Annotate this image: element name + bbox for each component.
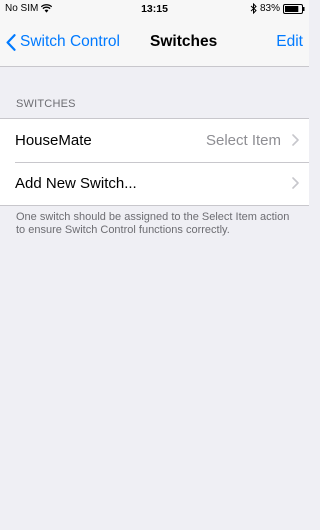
bluetooth-icon (250, 3, 257, 14)
list-item-add-new-switch[interactable]: Add New Switch... (0, 162, 309, 205)
chevron-right-icon (292, 177, 299, 189)
list-item-housemate[interactable]: HouseMate Select Item (0, 119, 309, 162)
edit-button[interactable]: Edit (276, 33, 303, 51)
chevron-left-icon (6, 33, 16, 51)
status-right: 83% (250, 3, 305, 14)
list-item-detail: Select Item (205, 132, 281, 149)
section-header: SWITCHES (16, 98, 76, 110)
back-button-label: Switch Control (20, 33, 120, 50)
battery-icon (283, 3, 305, 14)
status-bar: No SIM 13:15 83% (0, 0, 309, 20)
section-footer: One switch should be assigned to the Sel… (16, 211, 290, 236)
navigation-bar: Switch Control Switches Edit (0, 20, 309, 67)
battery-percent: 83% (259, 3, 280, 14)
back-button[interactable]: Switch Control (6, 33, 120, 51)
list-item-label: HouseMate (15, 132, 92, 149)
list-item-label: Add New Switch... (15, 175, 137, 192)
page-title: Switches (150, 33, 218, 50)
chevron-right-icon (292, 134, 299, 146)
switches-list: HouseMate Select Item Add New Switch... (0, 118, 309, 206)
